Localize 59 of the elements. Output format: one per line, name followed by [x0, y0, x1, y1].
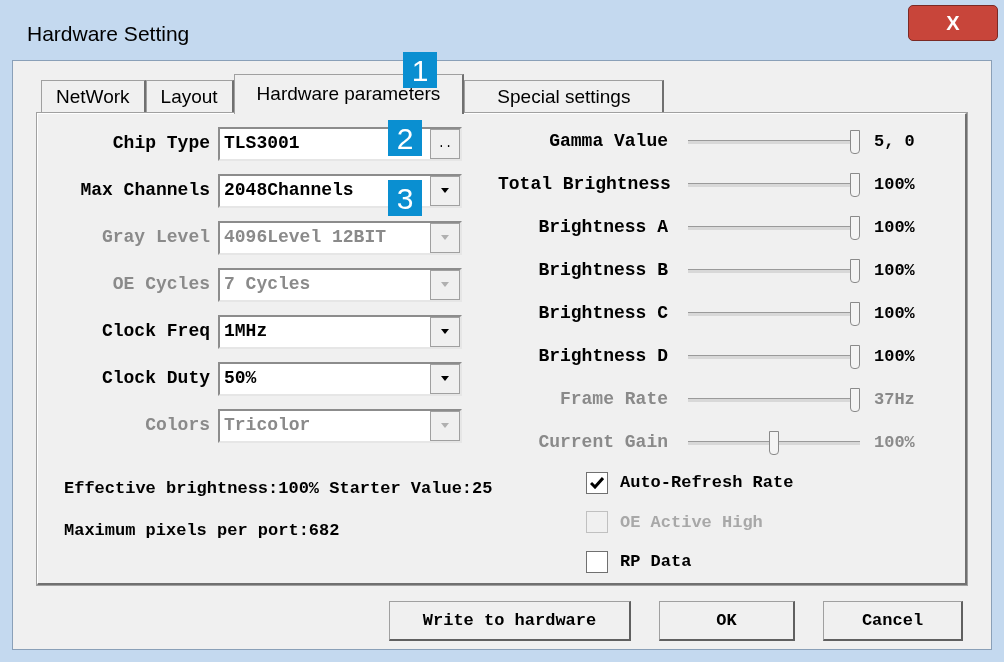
tab[interactable]: Layout: [145, 80, 234, 113]
field-label: Clock Duty: [100, 367, 211, 390]
slider[interactable]: [688, 430, 860, 455]
info-text: Effective brightness:100% Starter Value:25: [64, 478, 494, 500]
slider-value: 100%: [873, 173, 915, 196]
slider[interactable]: [688, 387, 860, 412]
slider-value: 5, 0: [873, 130, 915, 153]
slider[interactable]: [688, 172, 860, 197]
slider-thumb[interactable]: [850, 258, 860, 283]
checkbox-label: OE Active High: [620, 511, 763, 534]
checkbox[interactable]: [586, 550, 608, 573]
slider-label: Total Brightness: [498, 173, 672, 196]
slider-label: Brightness A: [537, 216, 669, 239]
check-icon: [590, 476, 604, 489]
dropdown-field[interactable]: 1MHz: [218, 314, 462, 349]
dropdown-field[interactable]: 50%: [218, 361, 462, 396]
slider-label: Gamma Value: [548, 130, 669, 153]
tab[interactable]: NetWork: [41, 80, 146, 113]
field-label: Gray Level: [100, 226, 211, 249]
slider-value: 100%: [873, 345, 915, 368]
callout-badge: 2: [388, 120, 422, 156]
checkbox-label: RP Data: [620, 551, 692, 573]
dialog-button[interactable]: Cancel: [823, 601, 963, 641]
dialog-button[interactable]: Write to hardware: [389, 601, 631, 641]
slider-thumb[interactable]: [850, 172, 860, 197]
slider-thumb[interactable]: [850, 344, 860, 369]
field-label: OE Cycles: [111, 273, 211, 296]
info-text: Maximum pixels per port:682: [64, 519, 341, 542]
close-button[interactable]: X: [908, 5, 998, 41]
field-label: Colors: [144, 414, 211, 437]
slider-label: Brightness B: [537, 259, 669, 282]
slider[interactable]: [688, 258, 860, 283]
slider-label: Frame Rate: [558, 388, 669, 411]
slider-label: Current Gain: [537, 431, 669, 454]
dialog-button[interactable]: OK: [659, 601, 795, 641]
slider-value: 100%: [873, 259, 915, 282]
field-label: Max Channels: [79, 179, 211, 202]
callout-badge: 1: [403, 52, 437, 88]
field-label: Chip Type: [111, 132, 211, 155]
slider-value: 37Hz: [873, 388, 915, 411]
slider-thumb[interactable]: [850, 129, 860, 154]
slider-value: 100%: [873, 216, 915, 239]
slider[interactable]: [688, 129, 860, 154]
browse-button[interactable]: ..: [430, 128, 460, 159]
slider-value: 100%: [873, 302, 915, 325]
slider-thumb[interactable]: [850, 301, 860, 326]
window-title: Hardware Setting: [27, 21, 191, 48]
slider-label: Brightness C: [537, 302, 669, 325]
slider[interactable]: [688, 301, 860, 326]
slider-label: Brightness D: [537, 345, 669, 368]
slider[interactable]: [688, 344, 860, 369]
checkbox-label: Auto-Refresh Rate: [620, 472, 794, 494]
slider-value: 100%: [873, 431, 915, 454]
callout-badge: 3: [388, 180, 422, 216]
field-label: Clock Freq: [100, 320, 211, 343]
checkbox[interactable]: [586, 471, 608, 494]
slider[interactable]: [688, 215, 860, 240]
tab[interactable]: Special settings: [464, 80, 665, 113]
slider-thumb[interactable]: [850, 215, 860, 240]
